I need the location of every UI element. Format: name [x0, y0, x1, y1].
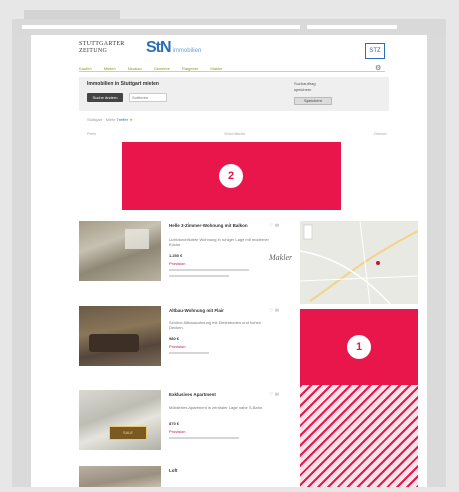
- listing-title-4[interactable]: Loft: [169, 468, 279, 474]
- nav-item-neubau[interactable]: Neubau: [128, 66, 142, 71]
- web-page: STUTTGARTER ZEITUNG StN immobilien STZ Ka…: [31, 35, 427, 487]
- nav-item-kaufen[interactable]: Kaufen: [79, 66, 92, 71]
- page-margin-right: [427, 35, 446, 487]
- stn-logo-text: StN: [146, 39, 172, 56]
- listing-desc-2: Schöne Altbauwohnung mit Dielenboden und…: [169, 320, 262, 330]
- listing-photo-4[interactable]: [79, 466, 161, 487]
- top-ad-banner[interactable]: 2: [122, 142, 341, 210]
- listing-price-3: 870 €: [169, 421, 180, 426]
- listing-price-2: 980 €: [169, 336, 180, 341]
- logo-line-1: STUTTGARTER: [79, 41, 125, 47]
- favorite-icon-1[interactable]: ♡ ✉: [269, 223, 279, 229]
- listing-meta-3: [169, 437, 239, 439]
- star-icon[interactable]: ★: [129, 117, 133, 122]
- filter-price[interactable]: Preis: [87, 131, 96, 137]
- page-margin-left: [12, 35, 31, 487]
- browser-search-field[interactable]: [307, 25, 397, 29]
- browser-tab[interactable]: [24, 10, 120, 19]
- listing-meta-1: [169, 269, 249, 271]
- listing-price-1: 1.250 €: [169, 253, 183, 258]
- nav-item-makler[interactable]: Makler: [210, 66, 222, 71]
- settings-icon[interactable]: ⚙: [375, 64, 381, 72]
- logo-line-2: ZEITUNG: [79, 48, 108, 54]
- nav-item-ratgeber[interactable]: Ratgeber: [182, 66, 198, 71]
- agent-signature: Makler: [269, 253, 293, 262]
- filter-rooms[interactable]: Zimmer: [373, 131, 387, 137]
- filter-row: Preis Wohnfläche Zimmer: [87, 131, 387, 137]
- listing-title-3[interactable]: Exklusives Apartment: [169, 392, 279, 398]
- save-search-text: Suchauftrag speichern: [294, 81, 316, 93]
- listing-desc-1: Lichtdurchflutete Wohnung in ruhiger Lag…: [169, 237, 269, 247]
- sort-select[interactable]: Sortieren: [129, 93, 167, 102]
- stz-badge[interactable]: STZ: [365, 43, 385, 59]
- listing-photo-2[interactable]: [79, 306, 161, 366]
- save-search-line-2: speichern: [294, 87, 312, 92]
- listing-title-1[interactable]: Helle 3-Zimmer-Wohnung mit Balkon: [169, 223, 279, 229]
- breadcrumb-current[interactable]: Treffer: [117, 117, 129, 122]
- search-title: Immobilien in Stuttgart mieten: [87, 81, 159, 87]
- listing-tag-1: Provision: [169, 261, 186, 266]
- favorite-icon-2[interactable]: ♡ ✉: [269, 308, 279, 314]
- filter-area[interactable]: Wohnfläche: [224, 131, 245, 137]
- listing-meta-1b: [169, 275, 229, 277]
- listing-desc-3: Möbliertes Apartment in zentraler Lage n…: [169, 405, 264, 410]
- nav-item-mieten[interactable]: Mieten: [104, 66, 116, 71]
- address-bar[interactable]: [22, 25, 300, 29]
- save-search-button[interactable]: Speichern: [294, 97, 332, 105]
- map-roads: [300, 221, 418, 304]
- listing-tag-2: Provision: [169, 344, 186, 349]
- location-map[interactable]: [300, 221, 418, 304]
- listing-tag-3: Provision: [169, 429, 186, 434]
- nav-item-gewerbe[interactable]: Gewerbe: [154, 66, 170, 71]
- change-search-button[interactable]: Suche ändern: [87, 93, 123, 102]
- side-ad-banner[interactable]: 1: [300, 309, 418, 385]
- listing-photo-1[interactable]: [79, 221, 161, 281]
- main-navigation: Kaufen Mieten Neubau Gewerbe Ratgeber Ma…: [79, 65, 385, 72]
- listing-title-2[interactable]: Altbau-Wohnung mit Flair: [169, 308, 279, 314]
- side-ad-placeholder: [300, 385, 418, 487]
- ad-marker-2: 2: [219, 164, 243, 188]
- stuttgarter-zeitung-logo[interactable]: STUTTGARTER ZEITUNG: [79, 41, 125, 55]
- listing-meta-2: [169, 352, 209, 354]
- stn-logo[interactable]: StN immobilien: [146, 39, 201, 57]
- ad-marker-1: 1: [347, 335, 371, 359]
- stn-logo-sub: immobilien: [172, 48, 202, 54]
- breadcrumb: Stuttgart · Miete Treffer ★: [87, 117, 133, 122]
- breadcrumb-prefix[interactable]: Stuttgart · Miete: [87, 117, 115, 122]
- listing-photo-3[interactable]: SALE: [79, 390, 161, 450]
- favorite-icon-3[interactable]: ♡ ✉: [269, 392, 279, 398]
